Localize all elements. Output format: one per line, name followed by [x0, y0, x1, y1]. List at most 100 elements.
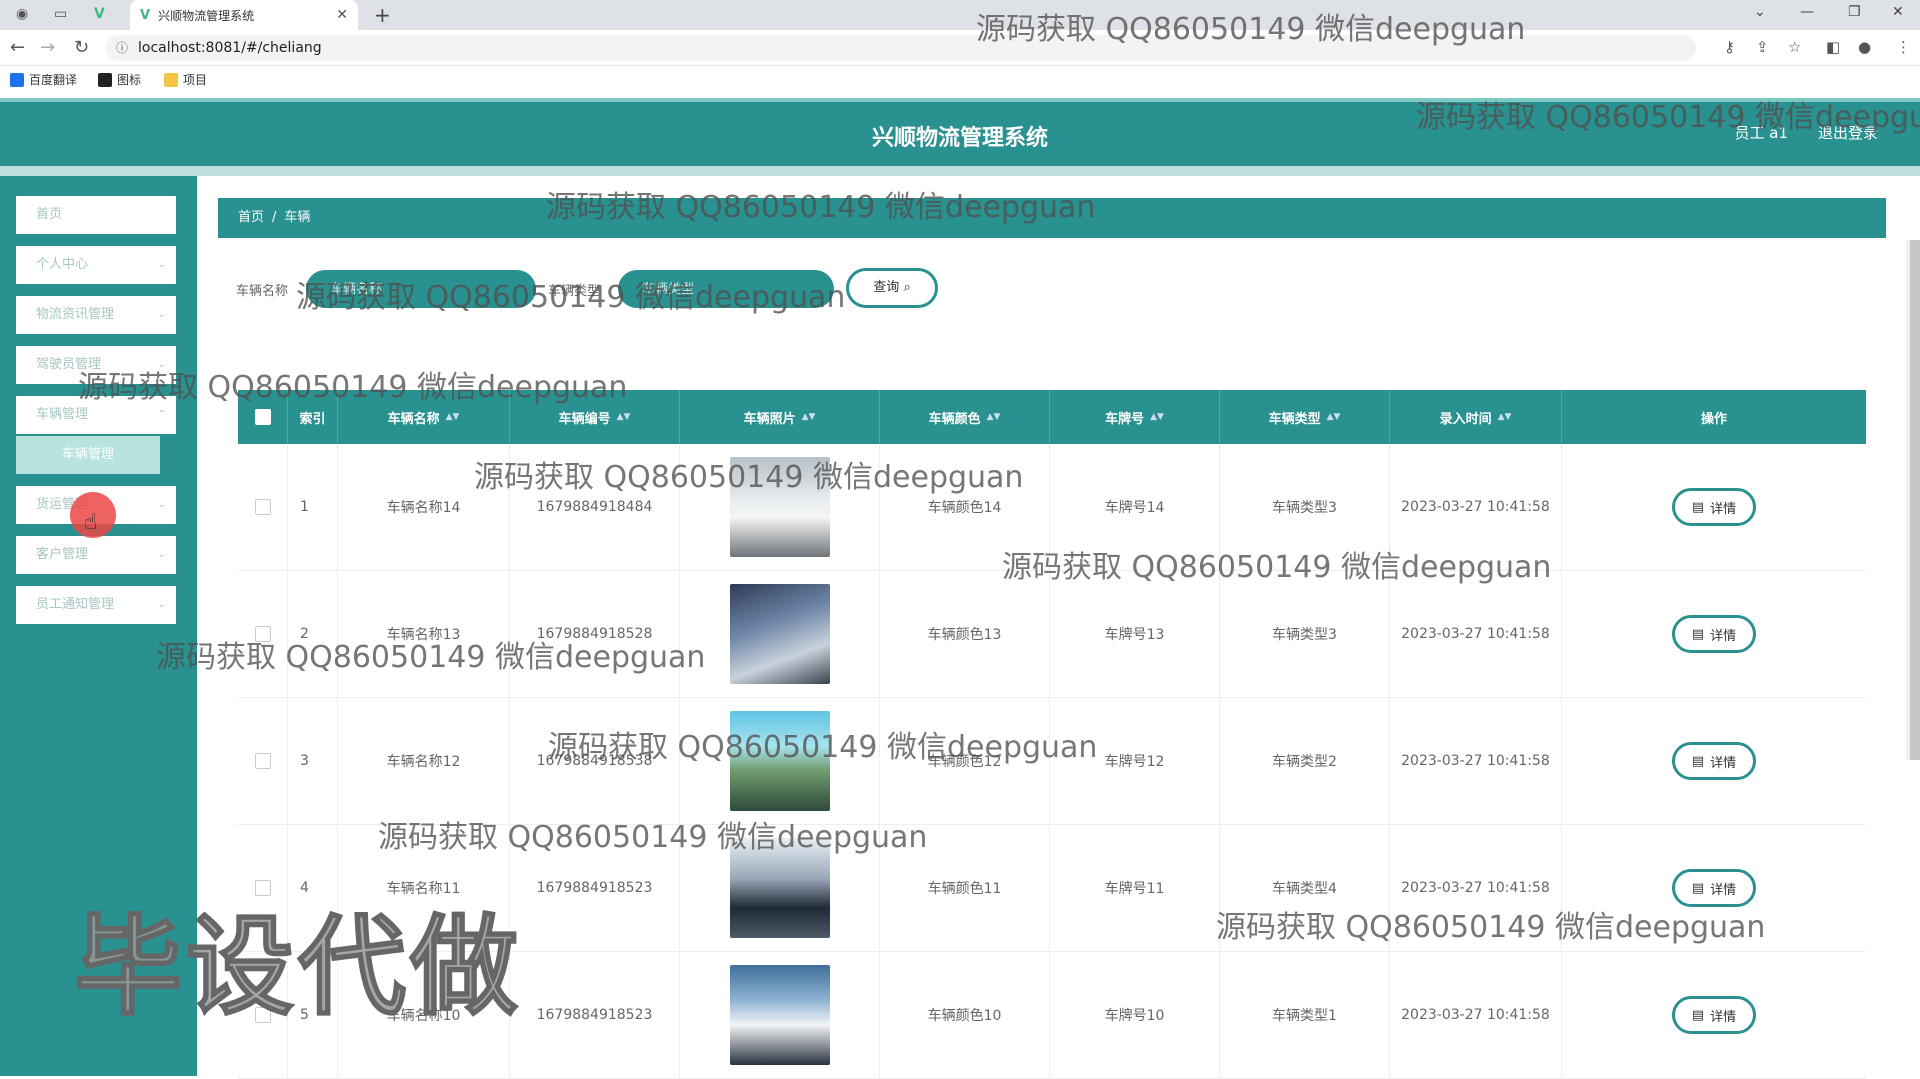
- column-header[interactable]: 录入时间 ▲▼: [1390, 390, 1562, 444]
- cell-type: 车辆类型4: [1220, 825, 1390, 951]
- select-all-cell: [238, 390, 288, 444]
- vue-logo-icon: V: [140, 7, 151, 23]
- sort-icon[interactable]: ▲▼: [446, 412, 460, 422]
- row-index: 2: [288, 571, 338, 697]
- sort-icon[interactable]: ▲▼: [617, 412, 631, 422]
- column-header[interactable]: 车辆颜色 ▲▼: [880, 390, 1050, 444]
- vehicle-photo[interactable]: [729, 584, 830, 684]
- cell-time: 2023-03-27 10:41:58: [1390, 952, 1562, 1078]
- column-header[interactable]: 车辆照片 ▲▼: [680, 390, 880, 444]
- detail-button[interactable]: ▤ 详情: [1672, 615, 1756, 653]
- back-icon[interactable]: ←: [10, 37, 25, 58]
- detail-button[interactable]: ▤ 详情: [1672, 996, 1756, 1034]
- row-checkbox[interactable]: [254, 753, 271, 769]
- chevron-down-icon[interactable]: ⌄: [1754, 4, 1766, 20]
- document-icon: ▤: [1691, 753, 1705, 769]
- table-row: 1 车辆名称14 1679884918484 车辆颜色14 车牌号14 车辆类型…: [238, 444, 1866, 571]
- browser-tab-active[interactable]: V 兴顺物流管理系统 ✕: [130, 0, 358, 30]
- column-header: 索引: [288, 390, 338, 444]
- sidebar-item-news[interactable]: 物流资讯管理 ⌄: [16, 296, 176, 334]
- chevron-down-icon: ⌄: [157, 499, 166, 510]
- sort-icon[interactable]: ▲▼: [1498, 412, 1512, 422]
- bookmark-item[interactable]: 百度翻译: [10, 71, 77, 88]
- vehicle-photo[interactable]: [729, 965, 830, 1065]
- cell-color: 车辆颜色11: [880, 825, 1050, 951]
- chevron-up-icon: ⌃: [157, 409, 166, 420]
- url-text: localhost:8081/#/cheliang: [138, 40, 322, 56]
- reload-icon[interactable]: ↻: [74, 37, 89, 58]
- table-row: 3 车辆名称12 1679884918538 车辆颜色12 车牌号12 车辆类型…: [238, 698, 1866, 825]
- profile-icon[interactable]: ●: [1858, 38, 1871, 56]
- vehicle-photo[interactable]: [729, 457, 830, 557]
- cell-number: 1679884918523: [510, 825, 680, 951]
- sidebar-item-drivers[interactable]: 驾驶员管理 ⌄: [16, 346, 176, 384]
- page-scrollbar[interactable]: [1906, 240, 1920, 760]
- chevron-down-icon: ⌄: [157, 309, 166, 320]
- sort-icon[interactable]: ▲▼: [1150, 412, 1164, 422]
- key-icon[interactable]: ⚷: [1724, 38, 1735, 56]
- close-window-icon[interactable]: ✕: [1892, 4, 1904, 20]
- star-icon[interactable]: ☆: [1788, 38, 1801, 56]
- sidebar-item-customers[interactable]: 客户管理 ⌄: [16, 536, 176, 574]
- logout-link[interactable]: 退出登录: [1818, 122, 1878, 143]
- minimize-icon[interactable]: —: [1800, 4, 1814, 20]
- vehicle-photo[interactable]: [729, 711, 830, 811]
- search-button[interactable]: 查询 ⌕: [846, 268, 938, 308]
- bookmark-item[interactable]: 图标: [98, 71, 141, 88]
- sidebar-item-home[interactable]: 首页: [16, 196, 176, 234]
- new-tab-icon[interactable]: +: [374, 3, 391, 27]
- column-header[interactable]: 车牌号 ▲▼: [1050, 390, 1220, 444]
- pinned-tab-icon[interactable]: ▭: [54, 6, 67, 22]
- detail-button[interactable]: ▤ 详情: [1672, 869, 1756, 907]
- column-header[interactable]: 车辆编号 ▲▼: [510, 390, 680, 444]
- forward-icon[interactable]: →: [40, 37, 55, 58]
- cell-type: 车辆类型1: [1220, 952, 1390, 1078]
- cell-time: 2023-03-27 10:41:58: [1390, 444, 1562, 570]
- info-icon[interactable]: ⓘ: [116, 35, 128, 61]
- sidebar-subitem-vehicle-management[interactable]: 车辆管理: [16, 436, 160, 474]
- chevron-down-icon: ⌄: [157, 599, 166, 610]
- pinned-tab-icon[interactable]: ◉: [16, 6, 28, 22]
- sort-icon[interactable]: ▲▼: [987, 412, 1001, 422]
- vehicle-name-input[interactable]: [306, 270, 536, 308]
- sidebar-item-notices[interactable]: 员工通知管理 ⌄: [16, 586, 176, 624]
- breadcrumb-home[interactable]: 首页: [238, 210, 264, 225]
- restore-icon[interactable]: ❐: [1848, 4, 1861, 20]
- document-icon: ▤: [1691, 880, 1705, 896]
- url-field[interactable]: ⓘ localhost:8081/#/cheliang: [106, 35, 1696, 61]
- menu-icon[interactable]: ⋮: [1896, 38, 1911, 56]
- vue-tab-icon[interactable]: V: [94, 6, 105, 22]
- row-checkbox[interactable]: [254, 626, 271, 642]
- document-icon: ▤: [1691, 1007, 1705, 1023]
- bookmark-item[interactable]: 项目: [164, 71, 207, 88]
- close-icon[interactable]: ✕: [336, 7, 348, 23]
- share-icon[interactable]: ⇪: [1756, 38, 1769, 56]
- breadcrumb: 首页 / 车辆: [218, 198, 1886, 238]
- cell-plate: 车牌号14: [1050, 444, 1220, 570]
- row-checkbox[interactable]: [254, 499, 271, 515]
- detail-button[interactable]: ▤ 详情: [1672, 742, 1756, 780]
- sort-icon[interactable]: ▲▼: [802, 412, 816, 422]
- sidebar-item-vehicles[interactable]: 车辆管理 ⌃: [16, 396, 176, 434]
- app-title: 兴顺物流管理系统: [871, 126, 1048, 151]
- search-label-name: 车辆名称: [236, 284, 289, 299]
- breadcrumb-current: 车辆: [284, 210, 311, 225]
- cell-color: 车辆颜色10: [880, 952, 1050, 1078]
- cell-color: 车辆颜色13: [880, 571, 1050, 697]
- select-all-checkbox[interactable]: [254, 409, 271, 425]
- column-header[interactable]: 车辆类型 ▲▼: [1220, 390, 1390, 444]
- sidepanel-icon[interactable]: ◧: [1826, 38, 1840, 56]
- cell-plate: 车牌号10: [1050, 952, 1220, 1078]
- sidebar-item-profile[interactable]: 个人中心 ⌄: [16, 246, 176, 284]
- vehicle-photo[interactable]: [729, 838, 830, 938]
- sort-icon[interactable]: ▲▼: [1327, 412, 1341, 422]
- bookmarks-bar: 百度翻译 图标 项目: [0, 66, 1920, 92]
- detail-button[interactable]: ▤ 详情: [1672, 488, 1756, 526]
- cell-time: 2023-03-27 10:41:58: [1390, 825, 1562, 951]
- tab-title: 兴顺物流管理系统: [158, 8, 255, 23]
- cell-name: 车辆名称13: [338, 571, 510, 697]
- translate-icon: [10, 72, 24, 87]
- vehicle-type-input[interactable]: [618, 270, 834, 308]
- image-icon: [98, 72, 112, 87]
- column-header[interactable]: 车辆名称 ▲▼: [338, 390, 510, 444]
